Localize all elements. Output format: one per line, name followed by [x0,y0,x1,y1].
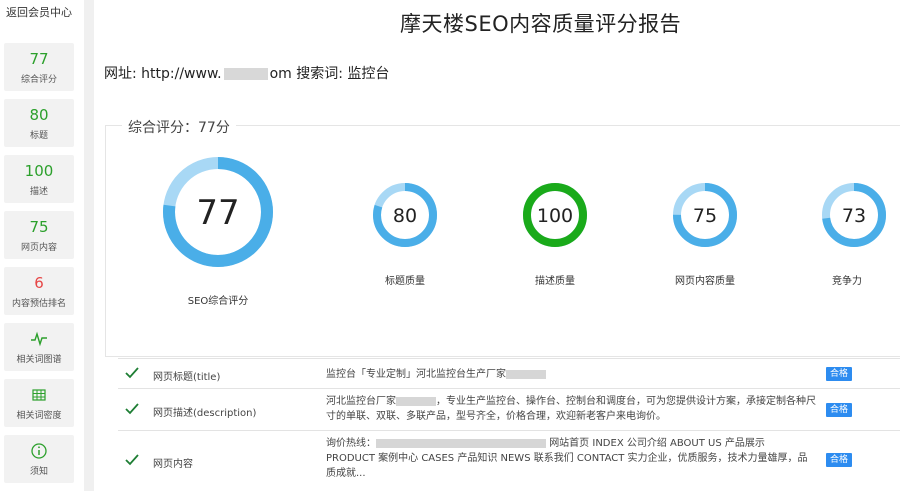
url-label: 网址: [104,66,137,82]
sidebar: 返回会员中心 77 综合评分 80 标题 100 描述 75 网页内容 6 内容… [0,0,85,491]
score-gauge: 75 [669,179,741,251]
row-content: 河北监控台厂家 ，专业生产监控台、操作台、控制台和调度台，可为您提供设计方案，承接… [326,394,816,424]
sidebar-divider [84,0,94,491]
row-content-text: 河北监控台厂家 [326,396,396,407]
sidebar-item-related-graph[interactable]: 相关词图谱 [4,323,74,371]
url-suffix: om [269,66,292,82]
gauge-label: 网页内容质量 [675,276,735,287]
row-content-text: 询价热线： [326,438,376,449]
table-row: 网页标题(title) 监控台「专业定制」河北监控台生产厂家 合格 [118,358,900,389]
check-icon [125,403,139,415]
check-icon [125,454,139,466]
sidebar-item-page-content[interactable]: 75 网页内容 [4,211,74,259]
row-name: 网页内容 [153,459,193,470]
sidebar-item-title[interactable]: 80 标题 [4,99,74,147]
gauge-label: 竞争力 [832,276,862,287]
sidebar-item-value: 100 [24,162,54,180]
sidebar-item-label: 描述 [29,187,48,197]
row-content-text: 监控台「专业定制」河北监控台生产厂家 [326,369,506,380]
gauge-ring: 75 [673,183,737,247]
sidebar-item-value: 6 [34,274,44,292]
sidebar-item-label: 网页内容 [20,243,57,253]
gauge-ring: 80 [373,183,437,247]
gauge-value: 77 [196,193,239,233]
gauge-ring: 100 [523,183,587,247]
score-gauge: 80 [369,179,441,251]
site-info-line: 网址: http://www. om 搜索词: 监控台 [104,63,389,83]
summary-legend: 综合评分：77分 [122,117,236,137]
sidebar-item-rank-estimate[interactable]: 6 内容预估排名 [4,267,74,315]
row-content: 询价热线： 网站首页 INDEX 公司介绍 ABOUT US 产品展示 PROD… [326,436,816,481]
gauge-ring: 77 [163,157,273,267]
keyword-value: 监控台 [347,66,390,82]
gauge-label: 描述质量 [535,276,575,287]
sidebar-item-value: 77 [29,50,49,68]
table-row: 网页内容 询价热线： 网站首页 INDEX 公司介绍 ABOUT US 产品展示… [118,430,900,491]
row-content: 监控台「专业定制」河北监控台生产厂家 [326,367,816,382]
sidebar-item-notice[interactable]: 须知 [4,435,74,483]
table-row: 网页描述(description) 河北监控台厂家 ，专业生产监控台、操作台、控制… [118,388,900,431]
sidebar-item-label: 须知 [29,467,48,477]
gauge-value: 75 [693,205,717,227]
score-gauge: 77 [157,151,279,273]
score-gauge: 73 [818,179,890,251]
pulse-icon [31,331,47,347]
redacted-text [376,438,546,448]
pass-badge: 合格 [826,367,852,381]
redacted-text [396,396,436,406]
page-title: 摩天楼SEO内容质量评分报告 [400,12,682,36]
back-to-member-center-link[interactable]: 返回会员中心 [6,4,72,20]
sidebar-item-value: 80 [29,106,49,124]
keyword-label: 搜索词: [296,66,343,82]
gauge-label: SEO综合评分 [187,296,249,307]
gauge-label: 标题质量 [385,276,425,287]
gauge-ring: 73 [822,183,886,247]
gauge-value: 80 [393,205,417,227]
sidebar-item-label: 内容预估排名 [11,299,66,309]
score-gauge: 100 [519,179,591,251]
grid-icon [32,389,46,401]
check-icon [125,367,139,379]
pass-badge: 合格 [826,403,852,417]
sidebar-item-label: 相关词图谱 [16,355,62,365]
redacted-domain [223,68,268,80]
pass-badge: 合格 [826,453,852,467]
row-name: 网页描述(description) [153,408,257,419]
gauge-value: 73 [842,205,866,227]
info-icon [31,443,47,459]
sidebar-item-label: 综合评分 [20,75,57,85]
sidebar-item-related-density[interactable]: 相关词密度 [4,379,74,427]
url-prefix: http://www. [141,66,222,82]
sidebar-item-value: 75 [29,218,49,236]
redacted-text [506,369,546,379]
sidebar-item-label: 相关词密度 [16,411,62,421]
row-name: 网页标题(title) [153,372,221,383]
sidebar-item-label: 标题 [29,131,48,141]
gauge-value: 100 [537,205,573,227]
sidebar-item-overall-score[interactable]: 77 综合评分 [4,43,74,91]
sidebar-item-description[interactable]: 100 描述 [4,155,74,203]
